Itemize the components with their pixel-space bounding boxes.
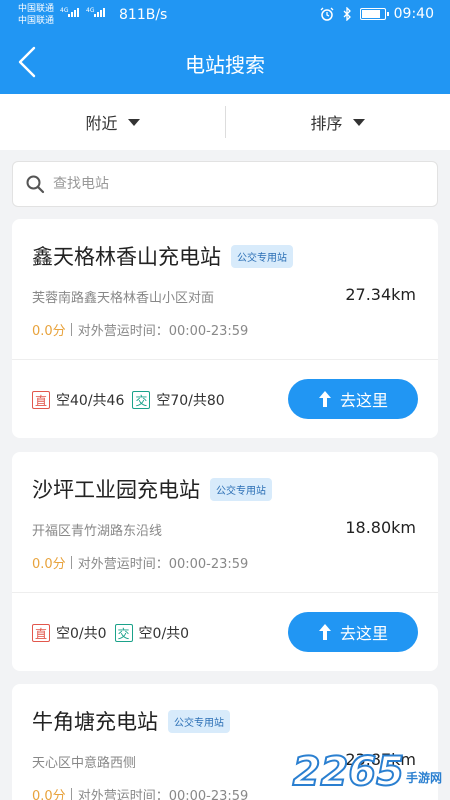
- nearby-filter[interactable]: 附近: [0, 94, 225, 150]
- navigate-button[interactable]: 去这里: [288, 612, 418, 652]
- info-divider: [70, 323, 72, 336]
- dc-status: 空0/共0: [56, 626, 107, 642]
- battery-icon: [359, 8, 389, 20]
- operating-hours: 对外营运时间：00:00-23:59: [77, 557, 249, 572]
- ac-status: 空0/共0: [138, 626, 190, 642]
- ac-status: 空70/共80: [156, 393, 225, 409]
- navigate-button-label: 去这里: [339, 624, 388, 643]
- net-speed: 811B/s: [119, 7, 168, 23]
- station-distance: 18.80km: [345, 518, 416, 537]
- sort-filter[interactable]: 排序: [225, 94, 450, 150]
- carrier-2: 中国联通: [18, 16, 55, 26]
- card-divider: [12, 592, 438, 593]
- alarm-icon: [320, 7, 334, 21]
- station-tag: 公交专用站: [168, 709, 230, 733]
- operating-hours: 对外营运时间：00:00-23:59: [77, 789, 249, 800]
- dc-status: 空40/共46: [56, 393, 125, 409]
- station-address: 芙蓉南路鑫天格林香山小区对面: [32, 291, 215, 306]
- ac-badge: 交: [114, 624, 133, 642]
- station-score: 0.0分: [32, 789, 66, 800]
- signal-icon-2: [94, 8, 105, 17]
- carrier-labels: 中国联通 中国联通: [18, 3, 54, 27]
- station-score: 0.0分: [32, 324, 66, 339]
- search-box: [12, 161, 438, 207]
- charger-availability: 直 空0/共0 交 空0/共0: [32, 623, 189, 643]
- ac-badge: 交: [132, 391, 151, 409]
- operating-hours: 对外营运时间：00:00-23:59: [77, 324, 249, 339]
- station-name: 牛角塘充电站: [32, 710, 158, 734]
- station-address: 开福区青竹湖路东沿线: [32, 524, 163, 539]
- sort-filter-label: 排序: [310, 114, 343, 133]
- station-info: 0.0分 对外营运时间：00:00-23:59: [32, 320, 248, 339]
- filter-bar: 附近 排序: [0, 94, 450, 150]
- status-bar: 中国联通 中国联通 4G 4G 811B/s 09:40: [0, 0, 450, 32]
- station-tag: 公交专用站: [210, 477, 272, 501]
- station-address: 天心区中意路西侧: [32, 756, 137, 771]
- info-divider: [70, 788, 72, 800]
- signal-icon-1: [68, 8, 79, 17]
- station-distance: 27.34km: [345, 285, 416, 304]
- navigate-button[interactable]: 去这里: [288, 379, 418, 419]
- navigate-icon: [318, 624, 331, 640]
- watermark-text: 手游网: [405, 771, 442, 785]
- search-input[interactable]: [53, 176, 413, 192]
- station-info: 0.0分 对外营运时间：00:00-23:59: [32, 785, 248, 800]
- station-info: 0.0分 对外营运时间：00:00-23:59: [32, 553, 248, 572]
- dropdown-triangle-icon: [127, 118, 140, 126]
- navigate-icon: [318, 391, 331, 407]
- station-tag: 公交专用站: [231, 244, 293, 268]
- watermark-logo: 2265 手游网: [292, 749, 442, 795]
- clock-time: 09:40: [393, 6, 434, 22]
- nearby-filter-label: 附近: [85, 114, 118, 133]
- bluetooth-icon: [343, 7, 351, 21]
- search-icon: [26, 175, 45, 194]
- station-name: 鑫天格林香山充电站: [32, 245, 221, 269]
- info-divider: [70, 556, 72, 569]
- dc-badge: 直: [32, 391, 50, 409]
- page-title: 电站搜索: [185, 53, 265, 77]
- navigate-button-label: 去这里: [339, 391, 388, 410]
- card-divider: [12, 359, 438, 360]
- station-name: 沙坪工业园充电站: [32, 478, 200, 502]
- watermark-number: 2265: [292, 749, 405, 795]
- carrier-1: 中国联通: [18, 4, 55, 14]
- charger-availability: 直 空40/共46 交 空70/共80: [32, 390, 225, 410]
- app-bar: 电站搜索: [0, 32, 450, 94]
- station-score: 0.0分: [32, 557, 66, 572]
- station-card[interactable]: 鑫天格林香山充电站 公交专用站 芙蓉南路鑫天格林香山小区对面 27.34km 0…: [12, 219, 438, 438]
- dc-badge: 直: [32, 624, 50, 642]
- dropdown-triangle-icon: [352, 118, 365, 126]
- station-card[interactable]: 沙坪工业园充电站 公交专用站 开福区青竹湖路东沿线 18.80km 0.0分 对…: [12, 452, 438, 671]
